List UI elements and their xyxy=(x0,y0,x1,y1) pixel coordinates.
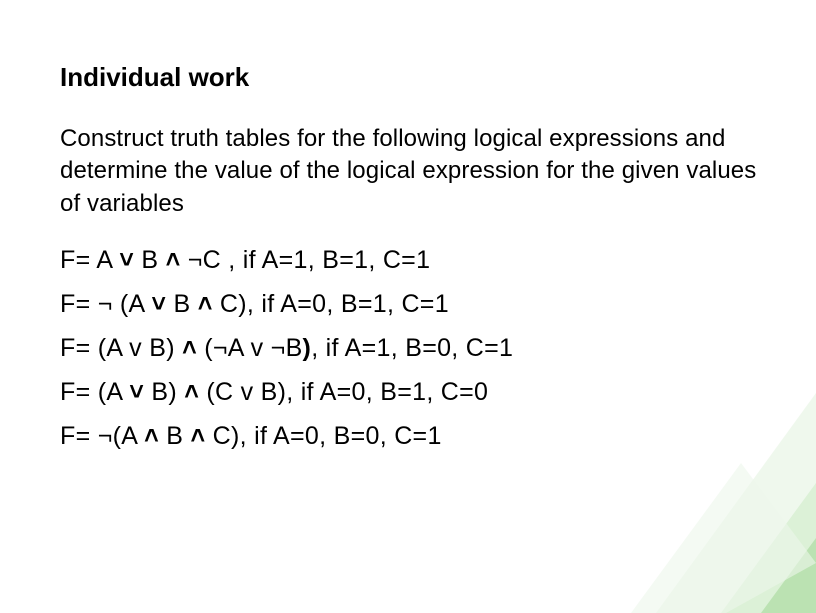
heading: Individual work xyxy=(60,62,766,93)
expression-3: F= (A v B) ˄ (¬A v ¬B), if A=1, B=0, C=1 xyxy=(60,334,766,363)
slide-content: Individual work Construct truth tables f… xyxy=(0,0,816,506)
expression-5: F= ¬(A ˄ B ˄ C), if A=0, B=0, C=1 xyxy=(60,422,766,451)
expression-list: F= A ˅ B ˄ ¬C , if A=1, B=1, C=1 F= ¬ (A… xyxy=(60,246,766,451)
instruction-text: Construct truth tables for the following… xyxy=(60,123,766,220)
expression-4: F= (A ˅ B) ˄ (C v B), if A=0, B=1, C=0 xyxy=(60,378,766,407)
expression-2: F= ¬ (A ˅ B ˄ C), if A=0, B=1, C=1 xyxy=(60,290,766,319)
expression-1: F= A ˅ B ˄ ¬C , if A=1, B=1, C=1 xyxy=(60,246,766,275)
